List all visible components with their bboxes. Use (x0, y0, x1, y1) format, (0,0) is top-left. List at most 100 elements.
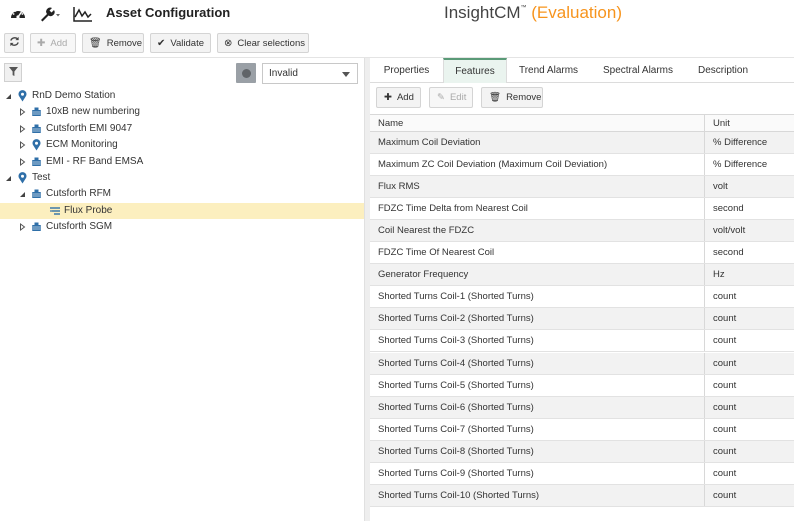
table-row[interactable]: Shorted Turns Coil-9 (Shorted Turns) coun… (370, 462, 794, 485)
tree-node[interactable]: RnD Demo Station (0, 88, 364, 104)
table-row[interactable]: Shorted Turns Coil-3 (Shorted Turns) coun… (370, 330, 794, 353)
feature-name-cell: Shorted Turns Coil-1 (Shorted Turns) (378, 291, 534, 303)
table-row[interactable]: Shorted Turns Coil-1 (Shorted Turns) coun… (370, 286, 794, 309)
feature-unit-cell: % Difference (704, 154, 794, 176)
tree-node[interactable]: 10xB new numbering (0, 104, 364, 120)
tab-bar: Properties Features Trend Alarms Spectra… (370, 58, 794, 83)
feature-name-cell: FDZC Time Of Nearest Coil (378, 247, 495, 259)
brand-edition: (Evaluation) (531, 3, 622, 22)
tab-features[interactable]: Features (443, 58, 507, 83)
collapsed-caret-icon[interactable] (19, 141, 26, 150)
table-row[interactable]: Maximum ZC Coil Deviation (Maximum Coil … (370, 154, 794, 177)
feature-unit-cell: count (704, 484, 794, 506)
feature-name-cell: Shorted Turns Coil-7 (Shorted Turns) (378, 423, 534, 435)
table-row[interactable]: Shorted Turns Coil-7 (Shorted Turns) coun… (370, 418, 794, 441)
feature-unit-cell: Hz (704, 264, 794, 286)
plus-icon: ✚ (384, 92, 392, 103)
feature-unit-cell: volt (704, 176, 794, 198)
remove-button-label: Remove (106, 37, 143, 49)
add-feature-button[interactable]: ✚ Add (376, 87, 421, 108)
details-pane: Properties Features Trend Alarms Spectra… (370, 58, 794, 521)
column-header-name[interactable]: Name (370, 115, 704, 131)
feature-unit-cell: second (704, 242, 794, 264)
tree-node[interactable]: Cutsforth SGM (0, 219, 364, 235)
trend-chart-icon[interactable] (72, 5, 94, 23)
collapsed-caret-icon[interactable] (19, 223, 26, 232)
filter-button[interactable] (4, 63, 22, 82)
tab-description[interactable]: Description (687, 58, 759, 83)
clear-selections-label: Clear selections (237, 37, 305, 49)
table-row[interactable]: Shorted Turns Coil-4 (Shorted Turns) coun… (370, 352, 794, 375)
table-row[interactable]: Shorted Turns Coil-5 (Shorted Turns) coun… (370, 374, 794, 397)
plus-icon: ✚ (37, 37, 46, 49)
feature-unit-cell: count (704, 330, 794, 352)
refresh-button[interactable] (4, 33, 24, 53)
table-row[interactable]: Coil Nearest the FDZC volt/volt (370, 220, 794, 243)
chevron-down-icon (342, 72, 350, 77)
clear-selections-button[interactable]: ⊗ Clear selections (217, 33, 309, 53)
remove-button[interactable]: 🗑 Remove (82, 33, 144, 53)
tab-properties[interactable]: Properties (371, 58, 442, 83)
tab-spectral-alarms[interactable]: Spectral Alarms (589, 58, 687, 83)
collapsed-caret-icon[interactable] (19, 108, 26, 117)
expanded-caret-icon[interactable] (5, 92, 12, 100)
tree-node-label: RnD Demo Station (32, 90, 116, 101)
status-filter-select[interactable]: Invalid (262, 63, 358, 84)
table-row[interactable]: Generator Frequency Hz (370, 264, 794, 287)
edit-feature-button[interactable]: ✎ Edit (429, 87, 473, 108)
feature-name-cell: Shorted Turns Coil-5 (Shorted Turns) (378, 379, 534, 391)
location-pin-icon (31, 139, 42, 151)
feature-unit-cell: count (704, 440, 794, 462)
refresh-icon (9, 36, 20, 50)
tree-node[interactable]: Cutsforth EMI 9047 (0, 121, 364, 137)
collapsed-caret-icon[interactable] (19, 124, 26, 133)
add-button[interactable]: ✚ Add (30, 33, 76, 53)
remove-feature-button[interactable]: 🗑 Remove (481, 87, 543, 108)
machine-icon (31, 221, 42, 233)
validate-button[interactable]: ✔ Validate (150, 33, 211, 53)
tree-node[interactable]: ECM Monitoring (0, 137, 364, 153)
feature-name-cell: Maximum ZC Coil Deviation (Maximum Coil … (378, 159, 608, 171)
collapsed-caret-icon[interactable] (19, 157, 26, 166)
expanded-caret-icon[interactable] (5, 174, 12, 182)
feature-name-cell: Shorted Turns Coil-9 (Shorted Turns) (378, 467, 534, 479)
filter-icon (8, 66, 18, 79)
status-dot-icon (241, 68, 251, 78)
asset-tree-pane: Invalid RnD Demo Station 10xB new numberi… (0, 58, 364, 521)
add-feature-label: Add (396, 92, 414, 103)
add-button-label: Add (50, 37, 68, 49)
dashboard-gauge-icon[interactable] (9, 5, 27, 23)
table-row[interactable]: Shorted Turns Coil-6 (Shorted Turns) coun… (370, 396, 794, 419)
table-row[interactable]: FDZC Time Of Nearest Coil second (370, 242, 794, 265)
tab-trend-alarms[interactable]: Trend Alarms (508, 58, 589, 83)
tree-node[interactable]: Cutsforth RFM (0, 186, 364, 202)
edit-feature-label: Edit (449, 92, 467, 103)
sensor-icon (49, 205, 60, 217)
wrench-icon[interactable] (38, 5, 62, 23)
check-icon: ✔ (157, 37, 166, 49)
feature-name-cell: Coil Nearest the FDZC (378, 225, 475, 237)
tree-node-label: Flux Probe (64, 204, 113, 216)
table-row[interactable]: Maximum Coil Deviation % Difference (370, 132, 794, 154)
tree-node[interactable]: EMI - RF Band EMSA (0, 154, 364, 170)
feature-unit-cell: % Difference (704, 132, 794, 153)
feature-unit-cell: volt/volt (704, 220, 794, 242)
brand-logo: InsightCM™ (Evaluation) (444, 3, 622, 23)
status-indicator-button[interactable] (236, 63, 256, 83)
feature-unit-cell: count (704, 396, 794, 418)
feature-unit-cell: count (704, 374, 794, 396)
expanded-caret-icon[interactable] (19, 190, 26, 198)
feature-name-cell: Maximum Coil Deviation (378, 137, 481, 148)
tree-node[interactable]: Flux Probe (0, 202, 364, 219)
tree-node[interactable]: Test (0, 170, 364, 186)
table-row[interactable]: Shorted Turns Coil-10 (Shorted Turns) cou… (370, 484, 794, 507)
column-header-unit[interactable]: Unit (704, 115, 794, 131)
tree-node-label: 10xB new numbering (46, 106, 140, 118)
feature-unit-cell: count (704, 308, 794, 330)
feature-name-cell: FDZC Time Delta from Nearest Coil (378, 203, 528, 215)
table-row[interactable]: FDZC Time Delta from Nearest Coil second (370, 198, 794, 221)
table-row[interactable]: Shorted Turns Coil-2 (Shorted Turns) coun… (370, 308, 794, 331)
table-row[interactable]: Shorted Turns Coil-8 (Shorted Turns) coun… (370, 440, 794, 463)
table-row[interactable]: Flux RMS volt (370, 176, 794, 199)
remove-feature-label: Remove (506, 92, 542, 103)
